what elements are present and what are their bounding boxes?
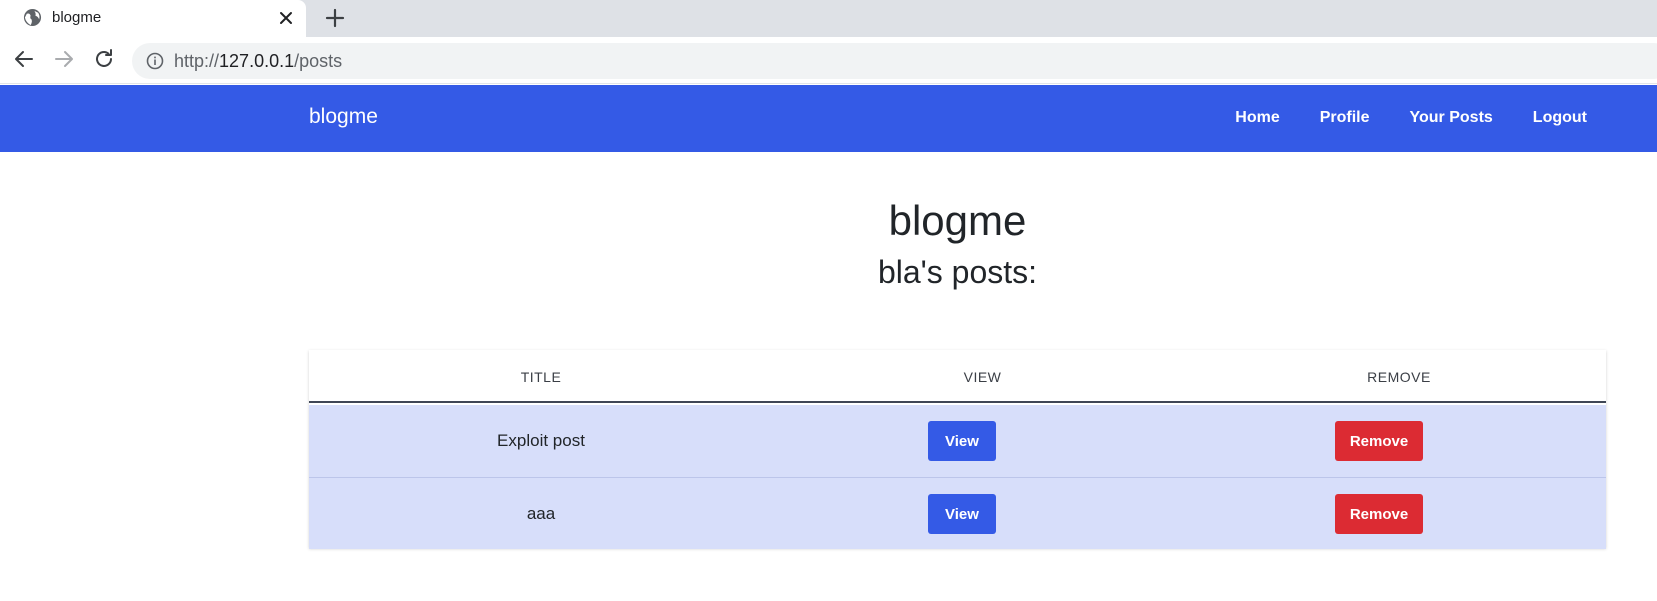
view-button[interactable]: View <box>928 421 996 461</box>
globe-icon <box>23 8 42 27</box>
url-scheme: http:// <box>174 51 220 71</box>
view-button[interactable]: View <box>928 494 996 534</box>
nav-link-your-posts[interactable]: Your Posts <box>1410 109 1493 127</box>
browser-tab[interactable]: blogme <box>0 0 306 37</box>
tab-title: blogme <box>52 9 102 26</box>
forward-arrow-icon[interactable] <box>52 47 76 71</box>
column-header-view: VIEW <box>963 369 1002 385</box>
site-navbar: blogme Home Profile Your Posts Logout <box>0 85 1657 152</box>
post-title: Exploit post <box>497 431 585 450</box>
url-text[interactable]: http://127.0.0.1/posts <box>174 51 342 72</box>
close-icon[interactable] <box>276 8 296 28</box>
page-subtitle: bla's posts: <box>877 254 1038 290</box>
browser-toolbar: http://127.0.0.1/posts <box>0 37 1657 84</box>
reload-icon[interactable] <box>92 47 116 71</box>
back-arrow-icon[interactable] <box>12 47 36 71</box>
brand-logo[interactable]: blogme <box>309 105 378 129</box>
remove-button[interactable]: Remove <box>1335 494 1423 534</box>
table-row: aaa View Remove <box>309 477 1606 549</box>
address-bar[interactable]: http://127.0.0.1/posts <box>132 43 1657 79</box>
page-title: blogme <box>888 197 1027 244</box>
table-row: Exploit post View Remove <box>309 405 1606 477</box>
url-path: /posts <box>294 51 343 71</box>
post-title: aaa <box>526 504 556 523</box>
url-host: 127.0.0.1 <box>219 51 295 71</box>
column-header-remove: REMOVE <box>1367 369 1431 385</box>
posts-table: TITLE VIEW REMOVE Exploit post View Remo… <box>309 350 1606 549</box>
info-icon[interactable] <box>146 52 164 70</box>
nav-link-logout[interactable]: Logout <box>1533 109 1587 127</box>
nav-links: Home Profile Your Posts Logout <box>1195 109 1587 127</box>
nav-link-home[interactable]: Home <box>1235 109 1279 127</box>
remove-button[interactable]: Remove <box>1335 421 1423 461</box>
browser-tab-strip: blogme <box>0 0 1657 37</box>
table-header: TITLE VIEW REMOVE <box>309 350 1606 403</box>
nav-link-profile[interactable]: Profile <box>1320 109 1370 127</box>
new-tab-icon[interactable] <box>324 7 346 29</box>
column-header-title: TITLE <box>520 369 562 385</box>
